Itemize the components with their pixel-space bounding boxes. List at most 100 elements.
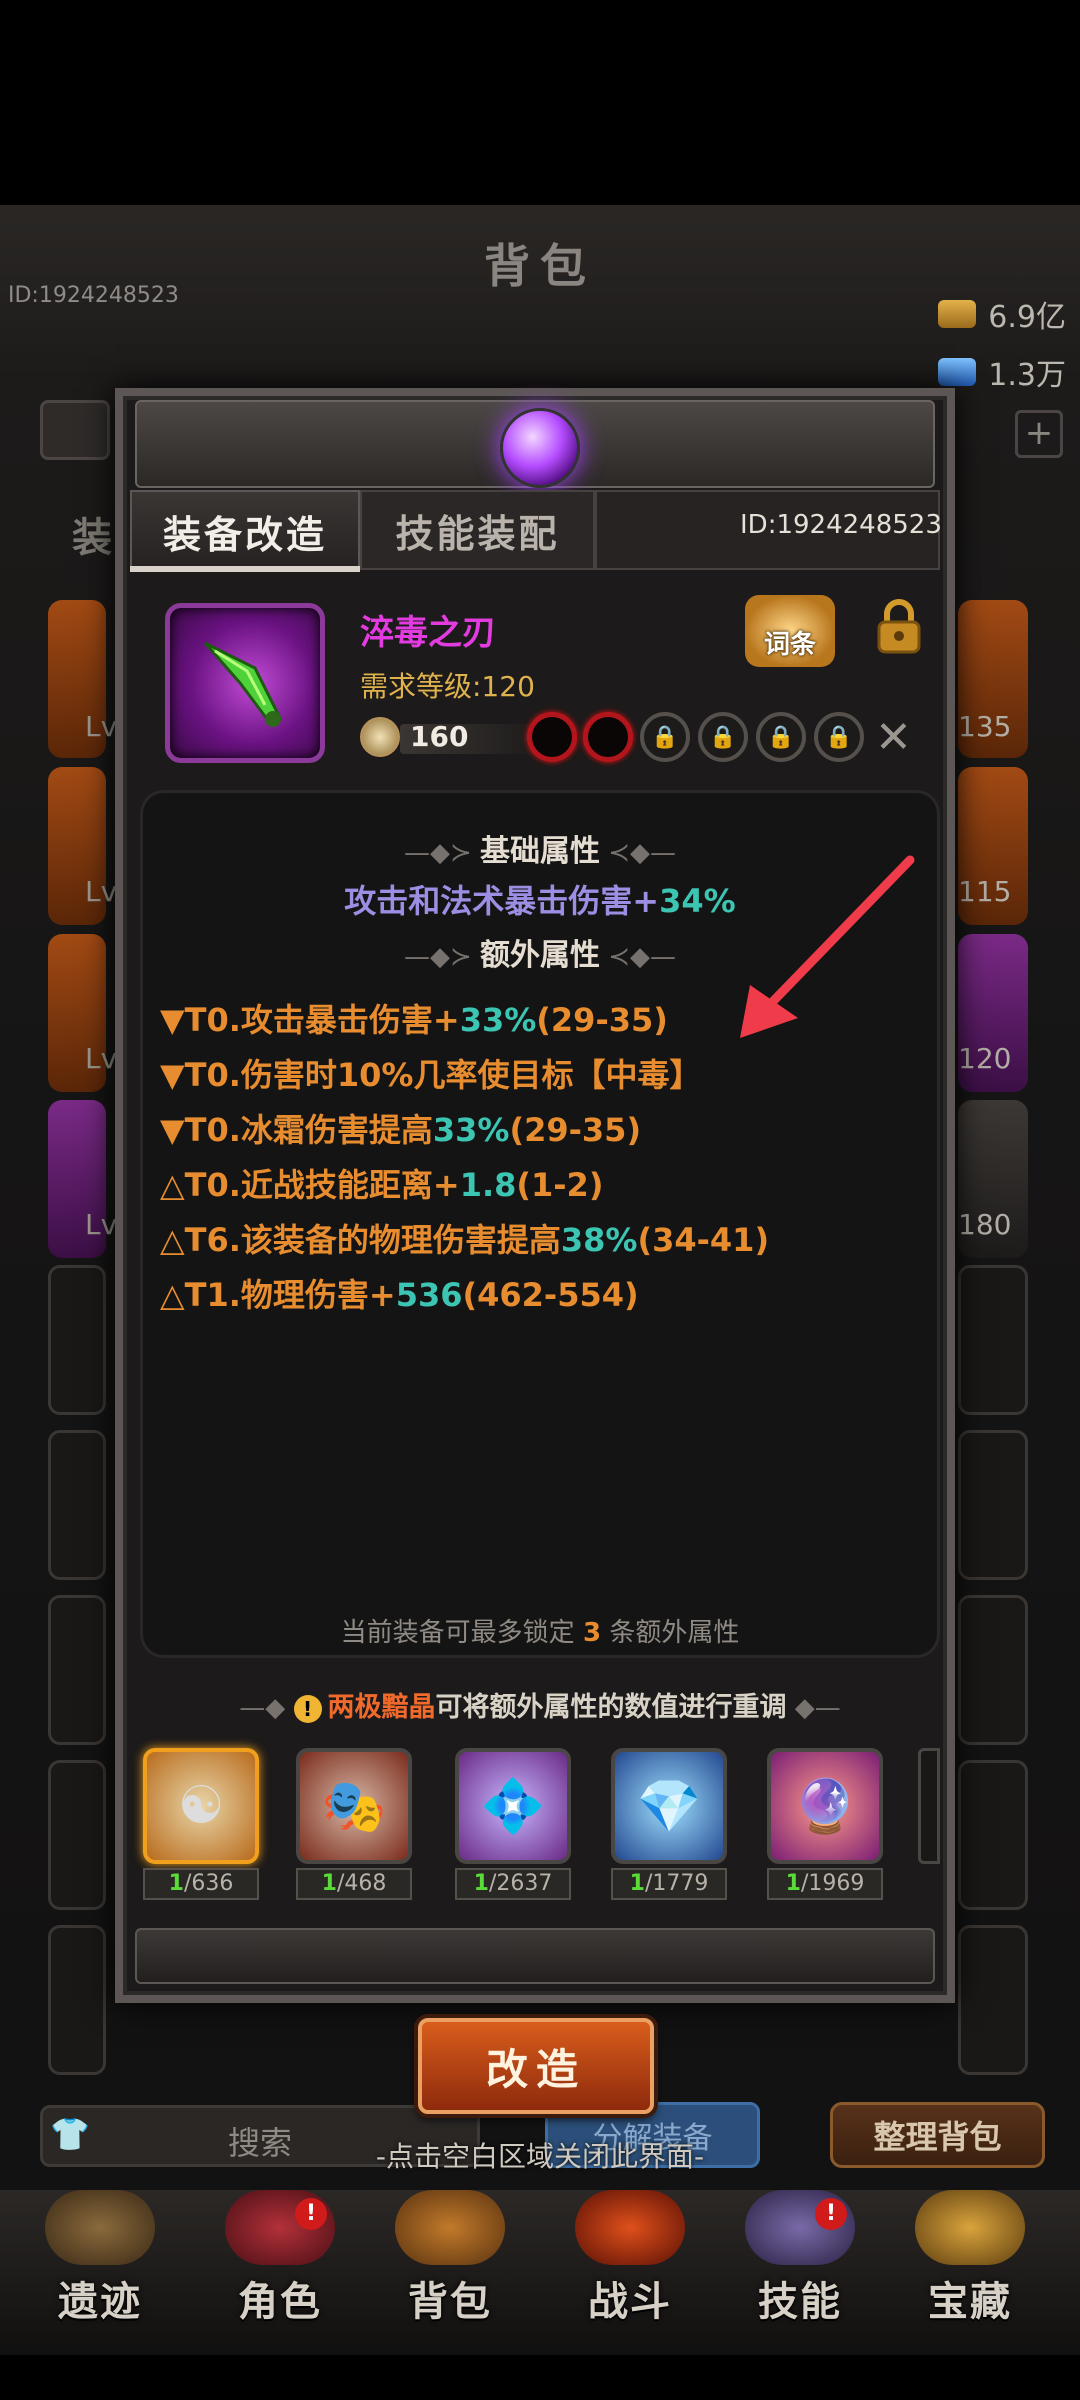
ornament-right: ≺◆— <box>600 942 677 972</box>
player-id: ID:1924248523 <box>8 283 179 308</box>
material-count: 1/636 <box>143 1868 259 1900</box>
attribute-range: (462-554) <box>462 1276 639 1314</box>
lock-limit-note: 当前装备可最多锁定 3 条额外属性 <box>140 1612 940 1649</box>
ruby-ore-icon[interactable]: 🔮 <box>767 1748 883 1864</box>
bg-empty-slot <box>48 1430 106 1580</box>
locked-socket-icon[interactable]: 🔒 <box>698 712 748 762</box>
bg-slot-level: Lv <box>85 1208 118 1241</box>
material-required: /636 <box>183 1871 234 1896</box>
ornament-right: ≺◆— <box>600 838 677 868</box>
nav-item-treasure[interactable]: 宝藏 <box>885 2190 1055 2345</box>
extra-attribute-row[interactable]: ▼T0.冰霜伤害提高33%(29-35) <box>160 1105 641 1151</box>
locked-socket-icon[interactable]: 🔒 <box>756 712 806 762</box>
dialog-bottom-ornament <box>135 1928 935 1984</box>
item-level-requirement: 需求等级:120 <box>360 670 535 703</box>
bg-slot-level: 120 <box>958 1042 1012 1075</box>
add-slot-icon: + <box>1015 410 1063 458</box>
power-value: 160 <box>410 720 469 753</box>
nav-label: 角色 <box>238 2279 322 2325</box>
attribute-text: △T1.物理伤害+ <box>160 1276 396 1314</box>
crossed-swords-icon: ✕ <box>875 712 912 763</box>
attribute-range: (34-41) <box>637 1221 770 1259</box>
material-required: /468 <box>336 1871 387 1896</box>
prism-gem-icon[interactable]: 💎 <box>611 1748 727 1864</box>
fist-tab-icon <box>40 400 110 460</box>
locked-socket-icon[interactable]: 🔒 <box>640 712 690 762</box>
base-attributes-title: 基础属性 <box>480 834 600 869</box>
material-required: /2637 <box>488 1871 553 1896</box>
gold-value: 6.9亿 <box>988 300 1066 335</box>
padlock-icon <box>877 599 921 654</box>
item-name: 淬毒之刃 <box>360 613 496 653</box>
material-count: 1/1779 <box>611 1868 727 1900</box>
item-icon[interactable] <box>165 603 325 763</box>
nav-label: 宝藏 <box>928 2279 1012 2325</box>
nav-item-character[interactable]: 角色 ! <box>195 2190 365 2345</box>
relic-icon <box>45 2190 155 2265</box>
close-hint[interactable]: -点击空白区域关闭此界面- <box>0 2135 1080 2175</box>
annotation-arrow-icon <box>740 855 915 1038</box>
attribute-text: ▼T0.冰霜伤害提高 <box>160 1111 433 1149</box>
dialog-player-id: ID:1924248523 <box>740 510 942 540</box>
material-count: 1/1969 <box>767 1868 883 1900</box>
affix-button[interactable]: 词条 <box>745 595 835 667</box>
attribute-value: 38% <box>560 1221 638 1259</box>
extra-attributes-title: 额外属性 <box>480 938 600 973</box>
extra-attribute-row[interactable]: ▼T0.伤害时10%几率使目标【中毒】 <box>160 1050 701 1096</box>
attribute-value: 536 <box>395 1276 463 1314</box>
ornament-left: —◆≻ <box>403 942 480 972</box>
attribute-value: 1.8 <box>459 1166 517 1204</box>
gem-counter: 1.3万 <box>938 350 1066 394</box>
attribute-range: (29-35) <box>509 1111 642 1149</box>
bg-empty-slot <box>958 1265 1028 1415</box>
reroll-hint: —◆ ! 两极黯晶可将额外属性的数值进行重调 ◆— <box>140 1685 940 1724</box>
nav-label: 技能 <box>758 2279 842 2325</box>
ornament-left: —◆≻ <box>403 838 480 868</box>
reroll-text: 可将额外属性的数值进行重调 <box>435 1692 787 1723</box>
nav-label: 背包 <box>408 2279 492 2325</box>
padlock-icon[interactable] <box>873 598 925 656</box>
purple-orb-icon <box>500 408 580 488</box>
nav-item-relics[interactable]: 遗迹 <box>15 2190 185 2345</box>
background-tab-peek: 装 <box>72 515 112 561</box>
attribute-range: (29-35) <box>536 1001 668 1039</box>
bg-empty-slot <box>958 1595 1028 1745</box>
battle-portal-icon <box>575 2190 685 2265</box>
twin-masks-icon[interactable]: 🎭 <box>296 1748 412 1864</box>
extra-attribute-row[interactable]: △T6.该装备的物理伤害提高38%(34-41) <box>160 1215 769 1261</box>
base-attribute-text: 攻击和法术暴击伤害+ <box>344 882 660 920</box>
bg-empty-slot <box>958 1430 1028 1580</box>
gold-counter: 6.9亿 <box>938 292 1066 336</box>
extra-attribute-row[interactable]: ▼T0.攻击暴击伤害+33%(29-35) <box>160 995 668 1041</box>
socket-red-empty[interactable] <box>583 712 633 762</box>
bg-slot-level: 135 <box>958 710 1012 743</box>
power-shield-icon <box>360 717 400 757</box>
yin-yang-stone-icon[interactable]: ☯ <box>143 1748 259 1864</box>
ornament-left: —◆ <box>239 1693 294 1723</box>
attribute-text: ▼T0.伤害时10%几率使目标【中毒】 <box>160 1056 702 1094</box>
nav-item-skills[interactable]: 技能 ! <box>715 2190 885 2345</box>
material-owned: 1 <box>629 1871 645 1896</box>
material-owned: 1 <box>321 1871 337 1896</box>
bg-slot-level: 180 <box>958 1208 1012 1241</box>
nav-item-battle[interactable]: 战斗 <box>545 2190 715 2345</box>
alert-badge: ! <box>295 2198 327 2230</box>
attribute-value: 33% <box>432 1111 510 1149</box>
tab-skill-equip[interactable]: 技能装配 <box>360 490 595 570</box>
purple-crystal-icon[interactable]: 💠 <box>455 1748 571 1864</box>
material-owned: 1 <box>473 1871 489 1896</box>
nav-item-backpack[interactable]: 背包 <box>365 2190 535 2345</box>
reforge-button[interactable]: 改造 <box>418 2018 654 2114</box>
locked-socket-icon[interactable]: 🔒 <box>814 712 864 762</box>
material-owned: 1 <box>168 1871 184 1896</box>
material-count: 1/468 <box>296 1868 412 1900</box>
tab-equipment-reforge[interactable]: 装备改造 <box>130 490 360 570</box>
bg-slot-level: 115 <box>958 875 1012 908</box>
extra-attribute-row[interactable]: △T1.物理伤害+536(462-554) <box>160 1270 639 1316</box>
gem-value: 1.3万 <box>988 358 1066 393</box>
gold-icon <box>938 300 977 328</box>
socket-red-empty[interactable] <box>527 712 577 762</box>
bg-slot-level: Lv <box>85 875 118 908</box>
ornament-right: ◆— <box>786 1693 841 1723</box>
extra-attribute-row[interactable]: △T0.近战技能距离+1.8(1-2) <box>160 1160 603 1206</box>
